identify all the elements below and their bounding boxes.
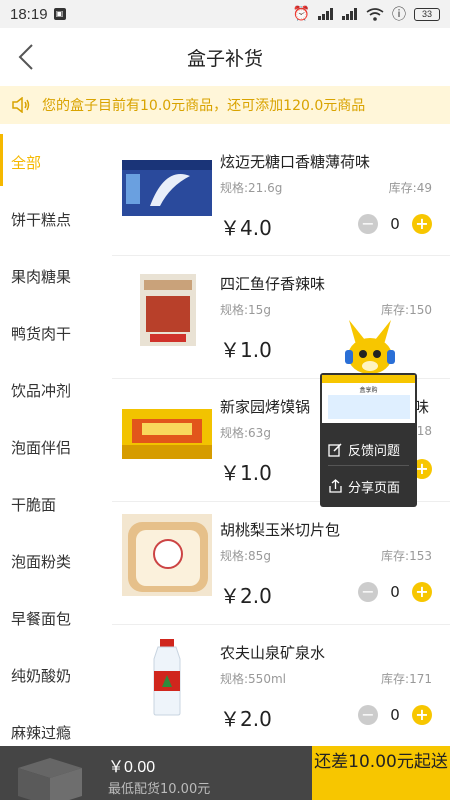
product-stock: 库存:150 — [381, 303, 432, 317]
status-bar: 18:19 ▣ ⏰ ⓘ 33 — [0, 0, 450, 28]
preview-title: 盒享购 — [359, 387, 378, 394]
share-icon — [329, 479, 342, 493]
sidebar-item-instant-noodles[interactable]: 泡面粉类 — [0, 533, 100, 590]
nav-bar: 盒子补货 — [0, 28, 450, 86]
bottom-bar: ￥0.00 最低配货10.00元 还差10.00元起送 — [0, 746, 450, 800]
menu-divider — [328, 465, 409, 466]
page-preview-thumbnail: 盒享购 — [322, 375, 415, 423]
sidebar-item-drinks[interactable]: 饮品冲剂 — [0, 362, 100, 419]
product-stock: 库存:49 — [388, 181, 432, 195]
minus-button[interactable]: − — [358, 582, 378, 602]
product-spec: 规格:15g — [220, 303, 271, 317]
product-spec: 规格:85g — [220, 549, 271, 563]
product-item: 胡桃梨玉米切片包 规格:85g 库存:153 ￥2.0 − 0 + — [112, 501, 450, 624]
signal-icon — [318, 8, 333, 20]
product-image — [122, 160, 212, 216]
share-label: 分享页面 — [348, 481, 401, 496]
product-name: 新家园烤馍锅 — [220, 398, 311, 416]
product-stock: 库存:171 — [381, 672, 432, 686]
minus-button[interactable]: − — [358, 214, 378, 234]
feedback-button[interactable]: 反馈问题 — [328, 440, 400, 459]
quantity-stepper: + — [412, 336, 432, 356]
share-button[interactable]: 分享页面 — [328, 477, 400, 496]
quantity-stepper: − 0 + — [358, 705, 432, 725]
minus-button[interactable]: − — [358, 705, 378, 725]
product-stock: 库存:153 — [381, 549, 432, 563]
edit-icon — [328, 443, 342, 457]
sidebar-item-noodle-sides[interactable]: 泡面伴侣 — [0, 419, 100, 476]
quantity-value: 0 — [390, 215, 400, 233]
product-image — [122, 409, 212, 459]
alarm-icon: ⏰ — [292, 6, 310, 22]
page-title: 盒子补货 — [186, 47, 263, 70]
product-name: 炫迈无糖口香糖薄荷味 — [220, 153, 371, 171]
plus-button[interactable]: + — [412, 582, 432, 602]
sidebar-item-all[interactable]: 全部 — [0, 134, 100, 191]
product-price: ￥1.0 — [220, 338, 272, 362]
status-time: 18:19 — [10, 5, 48, 23]
feedback-label: 反馈问题 — [348, 444, 401, 459]
product-image — [122, 514, 212, 596]
product-stock: 18 — [416, 424, 432, 438]
cart-total: ￥0.00 — [108, 759, 156, 776]
speaker-icon — [12, 97, 30, 113]
notification-icon: ▣ — [53, 8, 66, 20]
wifi-icon — [366, 7, 384, 21]
battery-icon: 33 — [414, 7, 440, 21]
notice-banner: 您的盒子目前有10.0元商品，还可添加120.0元商品 — [0, 86, 450, 124]
back-arrow-icon — [18, 44, 33, 70]
product-price: ￥1.0 — [220, 461, 272, 485]
sidebar-item-duck-jerky[interactable]: 鸭货肉干 — [0, 305, 100, 362]
quantity-value: 0 — [390, 706, 400, 724]
product-price: ￥2.0 — [220, 584, 272, 608]
sidebar-item-milk[interactable]: 纯奶酸奶 — [0, 647, 100, 704]
charging-icon: ⓘ — [392, 7, 406, 23]
product-name: 胡桃梨玉米切片包 — [220, 521, 341, 539]
checkout-button[interactable]: 还差10.00元起送 — [312, 746, 450, 800]
plus-button[interactable]: + — [412, 214, 432, 234]
notice-text: 您的盒子目前有10.0元商品，还可添加120.0元商品 — [42, 98, 366, 114]
category-sidebar: 全部 饼干糕点 果肉糖果 鸭货肉干 饮品冲剂 泡面伴侣 干脆面 泡面粉类 早餐面… — [0, 134, 100, 746]
product-name: 四汇鱼仔香辣味 — [220, 275, 326, 293]
sidebar-item-breakfast[interactable]: 早餐面包 — [0, 590, 100, 647]
product-item: 炫迈无糖口香糖薄荷味 规格:21.6g 库存:49 ￥4.0 − 0 + — [112, 134, 450, 255]
quantity-value: 0 — [390, 583, 400, 601]
signal-icon-2 — [342, 8, 357, 20]
product-name: 农夫山泉矿泉水 — [220, 644, 326, 662]
cart-box-icon[interactable] — [10, 750, 90, 800]
product-spec: 规格:63g — [220, 426, 271, 440]
plus-button[interactable]: + — [412, 705, 432, 725]
sidebar-item-biscuits[interactable]: 饼干糕点 — [0, 191, 100, 248]
product-item: 农夫山泉矿泉水 规格:550ml 库存:171 ￥2.0 − 0 + — [112, 624, 450, 746]
product-price: ￥4.0 — [220, 216, 272, 240]
back-button[interactable] — [14, 42, 38, 72]
status-icons: ⏰ ⓘ 33 — [293, 4, 440, 24]
floating-menu: 盒享购 反馈问题 分享页面 — [320, 373, 417, 507]
product-price: ￥2.0 — [220, 707, 272, 731]
product-image — [153, 639, 181, 716]
min-order-text: 最低配货10.00元 — [108, 782, 211, 797]
product-image — [140, 274, 196, 346]
product-spec: 规格:21.6g — [220, 181, 283, 195]
product-spec: 规格:550ml — [220, 672, 286, 686]
quantity-stepper: − 0 + — [358, 214, 432, 234]
mascot-icon[interactable] — [335, 318, 405, 378]
quantity-stepper: − 0 + — [358, 582, 432, 602]
sidebar-item-candy[interactable]: 果肉糖果 — [0, 248, 100, 305]
sidebar-item-crispy-noodles[interactable]: 干脆面 — [0, 476, 100, 533]
